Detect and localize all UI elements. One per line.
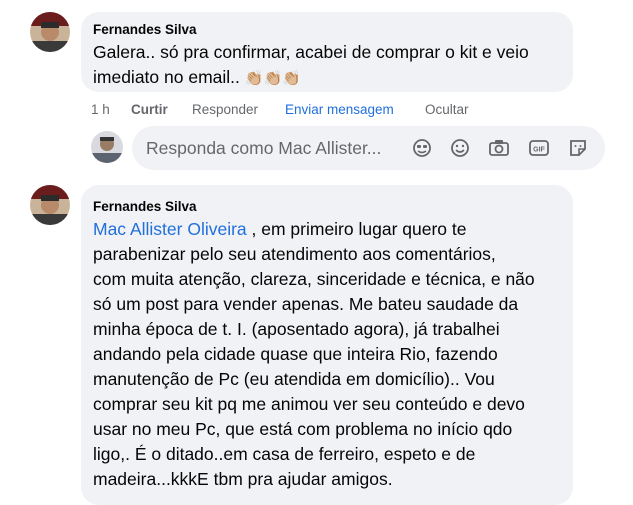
svg-text:GIF: GIF (533, 147, 545, 154)
comment-line: madeira...kkkE tbm pra ajudar amigos. (93, 469, 393, 489)
like-button[interactable]: Curtir (131, 102, 168, 117)
send-message-button[interactable]: Enviar mensagem (285, 102, 394, 117)
comment-line: usar no meu Pc, que está com problema no… (93, 419, 513, 439)
comment-line: manutenção de Pc (eu atendida em domicíl… (93, 369, 495, 389)
emoji-icon[interactable] (449, 137, 471, 159)
timestamp[interactable]: 1 h (91, 102, 110, 117)
avatar-sticker-icon[interactable] (411, 137, 433, 159)
reply-button[interactable]: Responder (192, 102, 258, 117)
mention-link[interactable]: Mac Allister Oliveira (93, 219, 247, 239)
comment-bubble-1: Fernandes Silva Galera.. só pra confirma… (81, 12, 573, 92)
reply-placeholder: Responda como Mac Allister... (146, 138, 382, 158)
avatar-fernandes-1[interactable] (30, 12, 70, 52)
reply-input[interactable]: Responda como Mac Allister... GIF (132, 126, 605, 170)
comment-author[interactable]: Fernandes Silva (93, 22, 197, 37)
avatar-fernandes-2[interactable] (30, 185, 70, 225)
comment-line: ligo,. É o ditado..em casa de ferreiro, … (93, 444, 476, 464)
sticker-icon[interactable] (567, 137, 589, 159)
comment-line: andando pela cidade quase que inteira Ri… (93, 344, 498, 364)
clapping-emoji: 👏🏼👏🏼👏🏼 (244, 70, 301, 87)
avatar-mac-allister[interactable] (91, 131, 123, 163)
gif-icon[interactable]: GIF (528, 137, 550, 159)
comment-line: parabenizar pelo seu atendimento aos com… (93, 244, 496, 264)
comment-text: Galera.. só pra confirmar, acabei de com… (93, 42, 529, 87)
comment-line: com muita atenção, clareza, sinceridade … (93, 269, 535, 289)
comment-line: comprar seu kit pq me animou ver seu con… (93, 394, 525, 414)
comment-line: minha época de t. I. (aposentado agora),… (93, 319, 500, 339)
comment-text: Mac Allister Oliveira , em primeiro luga… (93, 217, 571, 492)
comment-line: só um post para vender apenas. Me bateu … (93, 294, 519, 314)
comment-line: Mac Allister Oliveira , em primeiro luga… (93, 219, 467, 239)
comment-bubble-2: Fernandes Silva Mac Allister Oliveira , … (81, 185, 573, 505)
camera-icon[interactable] (488, 137, 510, 159)
comment-author[interactable]: Fernandes Silva (93, 199, 197, 214)
hide-button[interactable]: Ocultar (425, 102, 469, 117)
